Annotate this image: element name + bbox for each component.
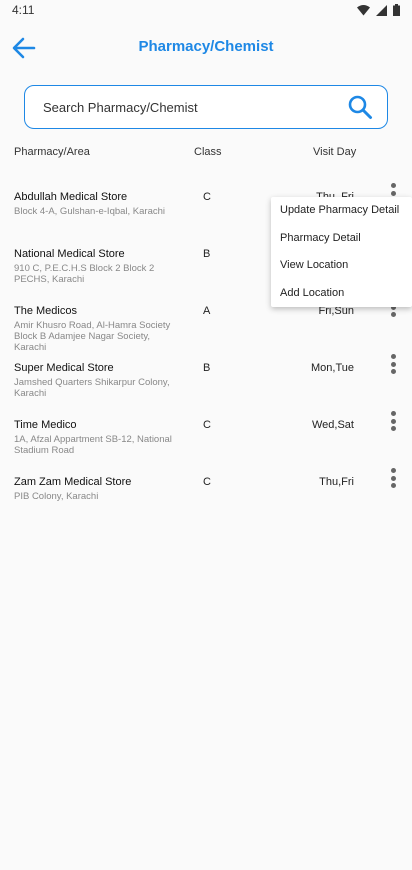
pharmacy-class: A — [203, 305, 211, 317]
pharmacy-name: Zam Zam Medical Store — [14, 476, 132, 488]
search-icon[interactable] — [347, 94, 373, 120]
pharmacy-name: Super Medical Store — [14, 362, 114, 374]
table-row[interactable]: Zam Zam Medical Store PIB Colony, Karach… — [0, 468, 412, 533]
app-bar: Pharmacy/Chemist — [0, 28, 412, 68]
search-bar — [24, 85, 388, 129]
pharmacy-name: The Medicos — [14, 305, 77, 317]
status-bar: 4:11 — [0, 0, 412, 20]
visit-day: Wed,Sat — [312, 419, 354, 431]
menu-item-add-location[interactable]: Add Location — [271, 280, 412, 308]
table-row[interactable]: Super Medical Store Jamshed Quarters Shi… — [0, 354, 412, 419]
more-options-icon[interactable] — [386, 466, 400, 490]
pharmacy-address: Amir Khusro Road, Al-Hamra Society Block… — [14, 320, 171, 353]
pharmacy-address: 910 C, P.E.C.H.S Block 2 Block 2 PECHS, … — [14, 263, 155, 285]
visit-day: Mon,Tue — [310, 362, 354, 374]
menu-item-update-pharmacy-detail[interactable]: Update Pharmacy Detail — [271, 197, 412, 225]
status-time: 4:11 — [12, 3, 35, 17]
status-icons — [357, 4, 400, 16]
visit-day: Thu,Fri — [319, 476, 354, 488]
row-options-menu: Update Pharmacy Detail Pharmacy Detail V… — [271, 197, 412, 307]
pharmacy-name: Time Medico — [14, 419, 77, 431]
battery-icon — [393, 4, 400, 16]
more-options-icon[interactable] — [386, 352, 400, 376]
pharmacy-address: 1A, Afzal Appartment SB-12, National Sta… — [14, 434, 172, 456]
pharmacy-class: B — [203, 362, 211, 374]
pharmacy-name: National Medical Store — [14, 248, 125, 260]
pharmacy-address: PIB Colony, Karachi — [14, 491, 99, 502]
wifi-icon — [357, 4, 370, 15]
table-row[interactable]: The Medicos Amir Khusro Road, Al-Hamra S… — [0, 297, 412, 362]
column-header-area: Pharmacy/Area — [14, 146, 90, 158]
page-title: Pharmacy/Chemist — [138, 38, 274, 55]
signal-icon — [376, 4, 387, 16]
menu-item-pharmacy-detail[interactable]: Pharmacy Detail — [271, 225, 412, 253]
pharmacy-name: Abdullah Medical Store — [14, 191, 128, 203]
pharmacy-class: C — [203, 476, 211, 488]
column-header-visit: Visit Day — [313, 146, 357, 158]
menu-item-view-location[interactable]: View Location — [271, 252, 412, 280]
pharmacy-address: Jamshed Quarters Shikarpur Colony, Karac… — [14, 377, 170, 399]
table-row[interactable]: Time Medico 1A, Afzal Appartment SB-12, … — [0, 411, 412, 476]
pharmacy-class: C — [203, 191, 211, 203]
search-input[interactable] — [41, 98, 347, 116]
pharmacy-class: B — [203, 248, 211, 260]
more-options-icon[interactable] — [386, 409, 400, 433]
pharmacy-class: C — [203, 419, 211, 431]
pharmacy-address: Block 4-A, Gulshan-e-Iqbal, Karachi — [14, 206, 166, 217]
column-header-class: Class — [194, 146, 222, 158]
